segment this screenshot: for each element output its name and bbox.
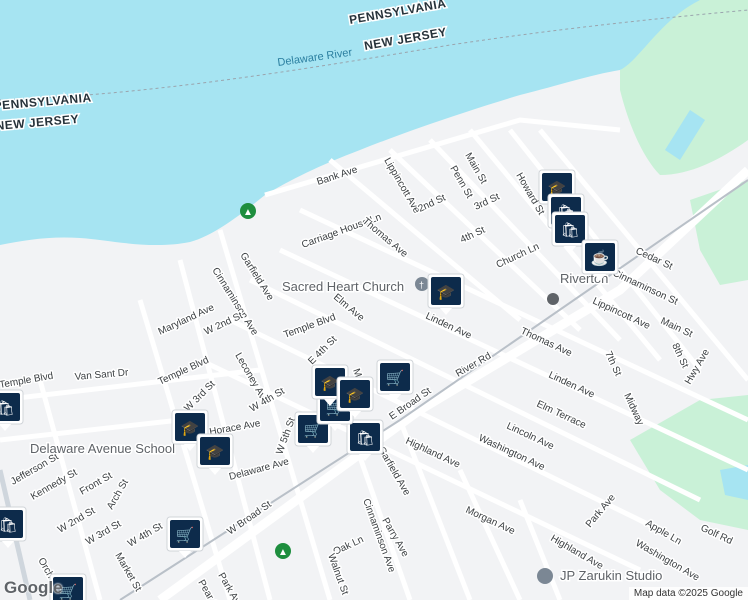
svg-text:†: † bbox=[419, 280, 424, 290]
bag-icon: 🛍 bbox=[560, 222, 579, 239]
poi-label[interactable]: Delaware Avenue School bbox=[29, 440, 177, 458]
school-icon: 🎓 bbox=[206, 444, 225, 461]
church-icon[interactable]: † bbox=[415, 277, 429, 291]
poi-label[interactable]: Sacred Heart Church bbox=[281, 278, 406, 296]
bag-icon: 🛍 bbox=[0, 400, 15, 417]
studio-icon[interactable] bbox=[537, 568, 553, 584]
cart-icon: 🛒 bbox=[176, 526, 195, 544]
transit-icon[interactable] bbox=[547, 293, 559, 305]
school-icon: 🎓 bbox=[346, 387, 365, 404]
bag-icon: 🛍 bbox=[0, 517, 18, 534]
cafe-icon: ☕ bbox=[591, 248, 610, 267]
map-view[interactable]: PENNSYLVANIA NEW JERSEY PENNSYLVANIA NEW… bbox=[0, 0, 748, 600]
svg-text:▲: ▲ bbox=[243, 207, 253, 218]
poi-label[interactable]: JP Zarukin Studio bbox=[559, 567, 664, 585]
bag-icon: 🛍 bbox=[355, 430, 374, 447]
google-logo: Google bbox=[4, 578, 63, 597]
park-icon[interactable]: ▲ bbox=[240, 203, 256, 219]
park-icon[interactable]: ▲ bbox=[275, 543, 291, 559]
map-attribution: Map data ©2025 Google bbox=[628, 587, 748, 600]
cart-icon: 🛒 bbox=[386, 369, 405, 387]
school-icon: 🎓 bbox=[437, 284, 456, 301]
school-icon: 🎓 bbox=[181, 420, 200, 437]
map-canvas[interactable]: PENNSYLVANIA NEW JERSEY PENNSYLVANIA NEW… bbox=[0, 0, 748, 600]
svg-text:▲: ▲ bbox=[278, 547, 288, 558]
